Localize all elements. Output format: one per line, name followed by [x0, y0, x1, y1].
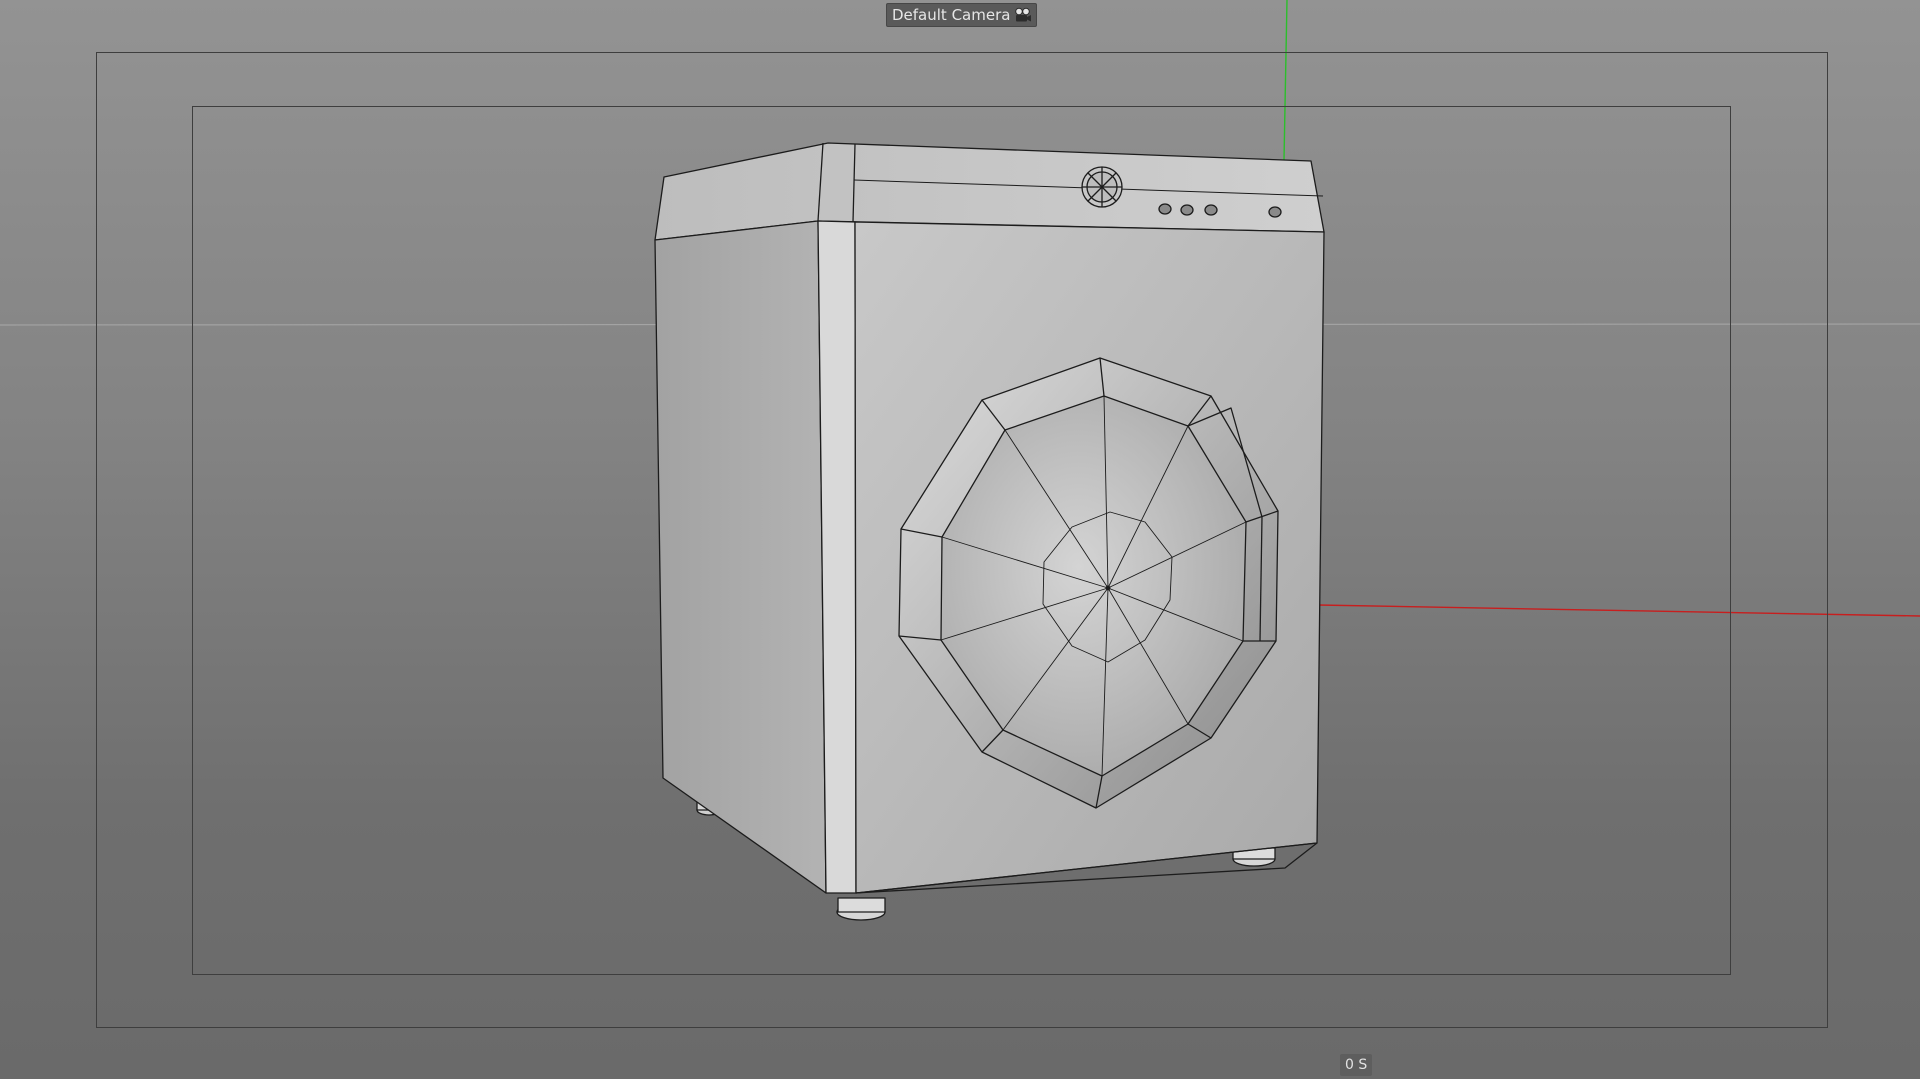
- 3d-viewport[interactable]: Default Camera 0 S: [0, 0, 1920, 1079]
- camera-name-label: Default Camera: [892, 6, 1011, 24]
- washing-machine-model[interactable]: [654, 142, 1325, 921]
- x-axis-line: [1317, 604, 1920, 617]
- viewport-scene[interactable]: [0, 0, 1920, 1079]
- camera-icon: [1015, 7, 1032, 22]
- y-axis-line: [1283, 0, 1288, 161]
- camera-menu-button[interactable]: Default Camera: [886, 3, 1038, 27]
- machine-side: [654, 220, 827, 894]
- current-time-display: 0 S: [1340, 1054, 1373, 1076]
